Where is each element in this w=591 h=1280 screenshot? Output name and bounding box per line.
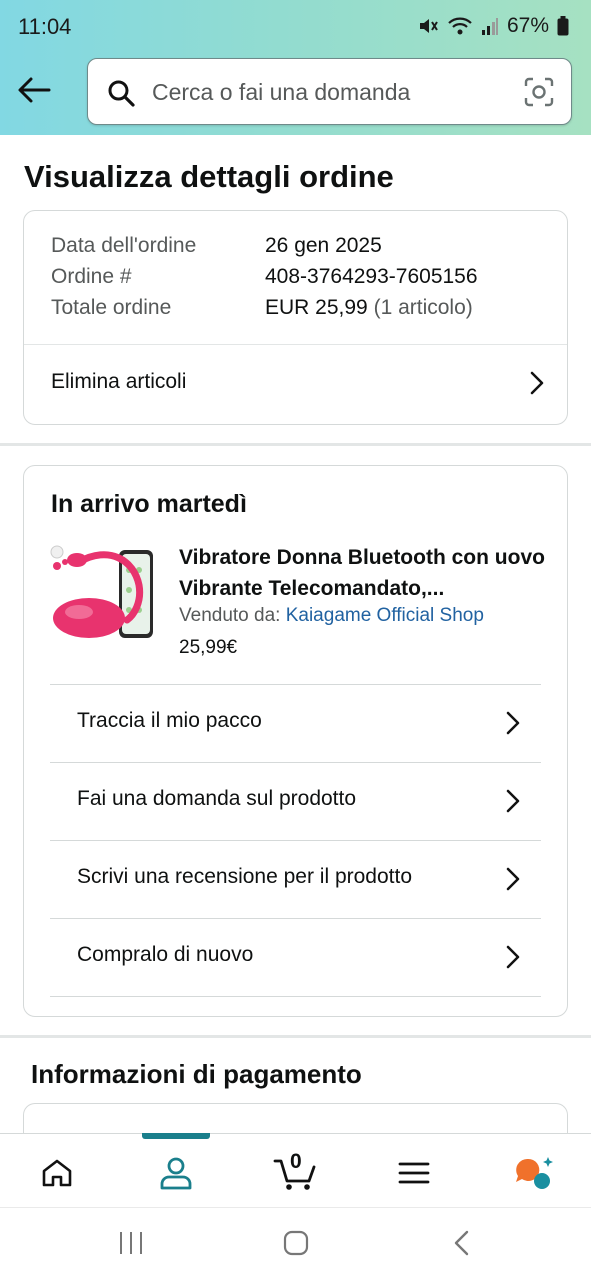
order-date-label: Data dell'ordine bbox=[51, 234, 197, 257]
order-summary-card: Data dell'ordine 26 gen 2025 Ordine # 40… bbox=[23, 210, 568, 425]
order-number-label: Ordine # bbox=[51, 265, 132, 288]
seller-link[interactable]: Kaiagame Official Shop bbox=[286, 605, 484, 626]
arrow-left-icon bbox=[18, 77, 51, 103]
page-title: Visualizza dettagli ordine bbox=[24, 159, 394, 194]
product-title-link[interactable]: Vibratore Donna Bluetooth con uovo Vibra… bbox=[179, 542, 549, 604]
system-back-icon[interactable] bbox=[452, 1230, 472, 1256]
cart-count-badge: 0 bbox=[290, 1150, 302, 1173]
delete-items-button[interactable]: Elimina articoli bbox=[24, 345, 567, 425]
person-icon bbox=[160, 1157, 192, 1190]
search-placeholder: Cerca o fai una domanda bbox=[152, 79, 411, 105]
order-total-label: Totale ordine bbox=[51, 296, 172, 319]
order-total-amount: EUR 25,99 bbox=[265, 296, 368, 319]
chevron-right-icon bbox=[506, 789, 520, 813]
seller-info: Venduto da: Kaiagame Official Shop bbox=[179, 605, 484, 627]
back-button[interactable] bbox=[14, 70, 54, 110]
status-bar: 11:04 67% bbox=[0, 0, 591, 56]
bottom-navigation: 0 bbox=[0, 1133, 591, 1207]
recent-apps-icon[interactable] bbox=[118, 1230, 144, 1256]
delete-items-label: Elimina articoli bbox=[51, 370, 187, 393]
product-image[interactable] bbox=[49, 540, 159, 645]
ask-question-button[interactable]: Fai una domanda sul prodotto bbox=[50, 762, 541, 840]
signal-icon bbox=[481, 18, 498, 35]
chevron-right-icon bbox=[530, 371, 544, 395]
battery-icon bbox=[557, 16, 569, 36]
search-input[interactable]: Cerca o fai una domanda bbox=[87, 58, 572, 125]
active-tab-indicator bbox=[142, 1133, 210, 1139]
nav-menu[interactable] bbox=[392, 1151, 436, 1195]
action-label: Scrivi una recensione per il prodotto bbox=[77, 865, 413, 888]
track-package-button[interactable]: Traccia il mio pacco bbox=[50, 684, 541, 762]
shipment-card: In arrivo martedì Vibratore Donna Blueto… bbox=[23, 465, 568, 1017]
write-review-button[interactable]: Scrivi una recensione per il prodotto bbox=[50, 840, 541, 918]
nav-home[interactable] bbox=[35, 1151, 79, 1195]
status-icons: 67% bbox=[417, 14, 569, 38]
action-label: Fai una domanda sul prodotto bbox=[77, 787, 357, 810]
status-time: 11:04 bbox=[18, 14, 72, 39]
order-date-value: 26 gen 2025 bbox=[265, 234, 382, 257]
seller-prefix: Venduto da: bbox=[179, 605, 281, 626]
hamburger-menu-icon bbox=[398, 1162, 430, 1184]
wifi-icon bbox=[448, 17, 472, 35]
app-header: 11:04 67% Cerca o fai una domanda bbox=[0, 0, 591, 135]
product-price: 25,99€ bbox=[179, 637, 238, 658]
home-button-icon[interactable] bbox=[283, 1230, 309, 1256]
arrival-heading: In arrivo martedì bbox=[51, 490, 247, 518]
section-divider bbox=[0, 1035, 591, 1038]
home-icon bbox=[42, 1159, 72, 1187]
camera-scan-icon[interactable] bbox=[524, 77, 554, 107]
payment-section-title: Informazioni di pagamento bbox=[31, 1059, 362, 1089]
action-label: Traccia il mio pacco bbox=[77, 709, 262, 732]
divider bbox=[50, 996, 541, 997]
action-label: Compralo di nuovo bbox=[77, 943, 254, 966]
buy-again-button[interactable]: Compralo di nuovo bbox=[50, 918, 541, 996]
chevron-right-icon bbox=[506, 711, 520, 735]
order-total-value: EUR 25,99 (1 articolo) bbox=[265, 296, 473, 320]
battery-level: 67% bbox=[506, 14, 549, 37]
mute-icon bbox=[419, 19, 438, 33]
system-navigation-bar bbox=[0, 1207, 591, 1280]
order-number-value: 408-3764293-7605156 bbox=[265, 265, 478, 288]
chevron-right-icon bbox=[506, 867, 520, 891]
section-divider bbox=[0, 443, 591, 446]
ai-assistant-icon bbox=[516, 1157, 553, 1189]
nav-account[interactable] bbox=[154, 1151, 198, 1195]
nav-rufus-assistant[interactable] bbox=[512, 1151, 556, 1195]
order-item-count: (1 articolo) bbox=[373, 296, 473, 319]
chevron-right-icon bbox=[506, 945, 520, 969]
search-icon bbox=[108, 80, 135, 107]
